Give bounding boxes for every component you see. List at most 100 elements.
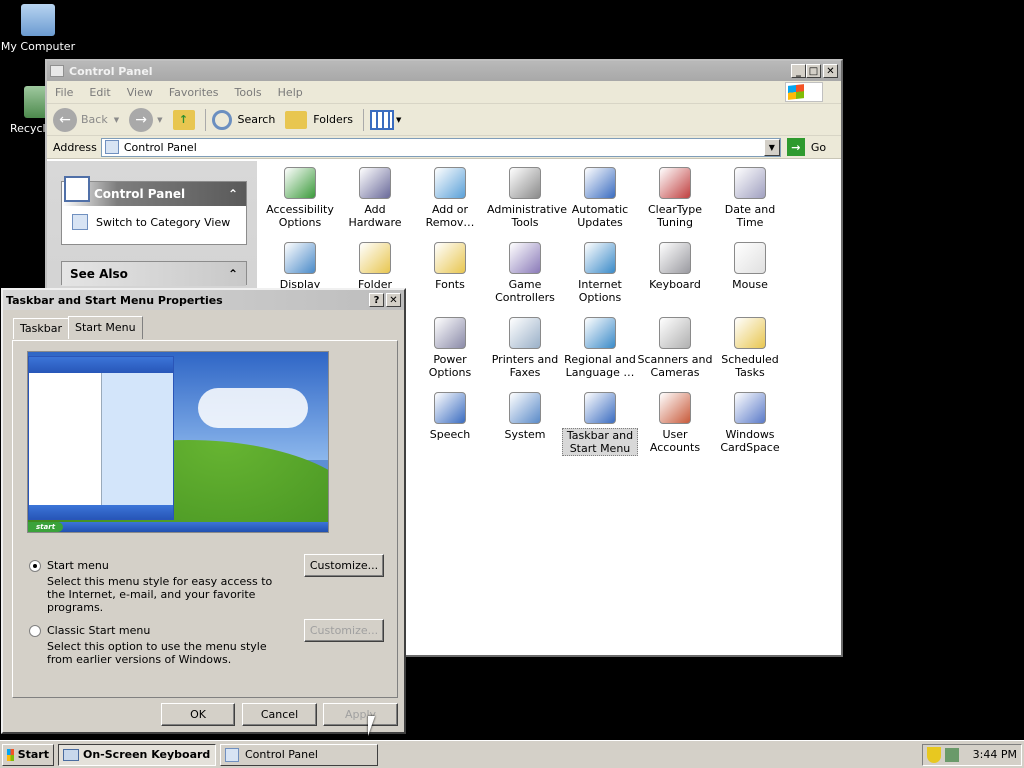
cp-item-label: Automatic Updates (571, 203, 629, 229)
classic-description: Select this option to use the menu style… (47, 640, 267, 666)
cp-item-automatic-updates[interactable]: Automatic Updates (562, 167, 638, 229)
dialog-close-button[interactable]: ✕ (386, 293, 401, 307)
cp-item-regional[interactable]: Regional and Language … (562, 317, 638, 379)
mouse-cursor (368, 716, 382, 736)
cp-item-cardspace[interactable]: Windows CardSpace (712, 392, 788, 454)
automatic-updates-icon (584, 167, 616, 199)
menu-edit[interactable]: Edit (89, 86, 110, 99)
chevron-down-icon: ▼ (157, 115, 163, 124)
cp-item-printers[interactable]: Printers and Faxes (487, 317, 563, 379)
classic-start-menu-option: Classic Start menu Select this option to… (29, 624, 279, 666)
cp-item-display[interactable]: Display (262, 242, 338, 291)
collapse-chevron-icon: ⌃ (227, 187, 238, 201)
customize-classic-button[interactable]: Customize... (304, 619, 384, 642)
folder-options-icon (359, 242, 391, 274)
cp-item-label: Speech (429, 428, 471, 441)
date-time-icon (734, 167, 766, 199)
help-button[interactable]: ? (369, 293, 384, 307)
classic-start-menu-radio[interactable] (29, 624, 41, 637)
cp-item-internet-options[interactable]: Internet Options (562, 242, 638, 304)
tab-start-menu[interactable]: Start Menu (68, 316, 143, 339)
cp-item-scanners[interactable]: Scanners and Cameras (637, 317, 713, 379)
cp-item-add-remove-programs[interactable]: Add or Remov… (412, 167, 488, 229)
back-arrow-icon: ← (53, 107, 77, 132)
desktop-icon-my-computer[interactable]: My Computer (0, 4, 76, 53)
cp-item-scheduled-tasks[interactable]: Scheduled Tasks (712, 317, 788, 379)
ok-button[interactable]: OK (161, 703, 235, 726)
taskbar-properties-dialog: Taskbar and Start Menu Properties ? ✕ Ta… (1, 288, 406, 734)
customize-start-menu-button[interactable]: Customize... (304, 554, 384, 577)
cancel-button[interactable]: Cancel (242, 703, 317, 726)
menu-bar: File Edit View Favorites Tools Help (47, 81, 841, 103)
switch-to-category-view-link[interactable]: Switch to Category View (62, 206, 246, 230)
scheduled-tasks-icon (734, 317, 766, 349)
menu-favorites[interactable]: Favorites (169, 86, 219, 99)
dialog-titlebar[interactable]: Taskbar and Start Menu Properties ? ✕ (3, 290, 404, 310)
menu-view[interactable]: View (127, 86, 153, 99)
cp-item-admin-tools[interactable]: Administrative Tools (487, 167, 567, 229)
forward-button[interactable]: → ▼ (129, 107, 163, 132)
display-icon (284, 242, 316, 274)
see-also-header[interactable]: See Also ⌃ (62, 262, 246, 286)
search-button[interactable]: Search (211, 109, 275, 130)
tab-taskbar[interactable]: Taskbar (13, 318, 69, 339)
game-controllers-icon (509, 242, 541, 274)
cp-item-power-options[interactable]: Power Options (412, 317, 488, 379)
task-on-screen-keyboard[interactable]: On-Screen Keyboard (58, 743, 216, 766)
address-label: Address (53, 140, 97, 154)
start-button[interactable]: Start (2, 743, 54, 766)
cp-item-taskbar[interactable]: Taskbar and Start Menu (562, 392, 638, 456)
classic-radio-row[interactable]: Classic Start menu (29, 624, 279, 637)
cp-item-user-accounts[interactable]: User Accounts (637, 392, 713, 454)
cp-item-label: Scheduled Tasks (721, 353, 779, 379)
accessibility-icon (284, 167, 316, 199)
start-menu-radio[interactable] (29, 559, 41, 572)
close-button[interactable]: ✕ (823, 64, 838, 78)
start-menu-radio-row[interactable]: Start menu (29, 559, 279, 572)
minimize-button[interactable]: _ (791, 64, 806, 78)
clock[interactable]: 3:44 PM (973, 748, 1017, 761)
cp-item-date-time[interactable]: Date and Time (712, 167, 788, 229)
cp-item-accessibility[interactable]: Accessibility Options (262, 167, 338, 229)
menu-tools[interactable]: Tools (235, 86, 262, 99)
cp-item-label: Game Controllers (495, 278, 555, 304)
cp-item-speech[interactable]: Speech (412, 392, 488, 441)
cp-item-label: Mouse (732, 278, 768, 291)
search-icon (211, 109, 232, 130)
cp-item-system[interactable]: System (487, 392, 563, 441)
go-button[interactable]: → Go (786, 138, 826, 156)
security-shield-icon[interactable] (927, 746, 941, 763)
cp-item-game-controllers[interactable]: Game Controllers (487, 242, 563, 304)
address-dropdown-button[interactable]: ▼ (763, 138, 780, 156)
speech-icon (434, 392, 466, 424)
folders-button[interactable]: Folders (285, 110, 353, 129)
cp-item-label: Add Hardware (348, 203, 402, 229)
admin-tools-icon (509, 167, 541, 199)
cp-item-label: Date and Time (724, 203, 776, 229)
taskbar-icon (584, 392, 616, 424)
power-options-icon (434, 317, 466, 349)
maximize-button[interactable]: □ (806, 64, 821, 78)
cp-item-mouse[interactable]: Mouse (712, 242, 788, 291)
cp-item-fonts[interactable]: Fonts (412, 242, 488, 291)
views-button[interactable]: ▼ (370, 109, 401, 130)
menu-file[interactable]: File (55, 86, 73, 99)
cardspace-icon (734, 392, 766, 424)
control-panel-titlebar[interactable]: Control Panel _ □ ✕ (47, 61, 841, 81)
scanners-icon (659, 317, 691, 349)
menu-help[interactable]: Help (278, 86, 303, 99)
cp-item-keyboard[interactable]: Keyboard (637, 242, 713, 291)
control-panel-small-icon (104, 140, 119, 154)
back-button[interactable]: ← Back ▼ (53, 107, 119, 132)
user-accounts-icon (659, 392, 691, 424)
address-input[interactable]: Control Panel ▼ (100, 137, 781, 157)
up-folder-button[interactable]: ↑ (172, 109, 195, 130)
fonts-icon (434, 242, 466, 274)
task-control-panel[interactable]: Control Panel (220, 743, 378, 766)
apply-button[interactable]: Apply (323, 703, 398, 726)
network-icon[interactable] (945, 747, 959, 762)
cp-item-add-hardware[interactable]: Add Hardware (337, 167, 413, 229)
start-menu-radio-label: Start menu (47, 559, 109, 572)
cp-item-cleartype[interactable]: ClearType Tuning (637, 167, 713, 229)
dialog-title: Taskbar and Start Menu Properties (6, 293, 223, 307)
